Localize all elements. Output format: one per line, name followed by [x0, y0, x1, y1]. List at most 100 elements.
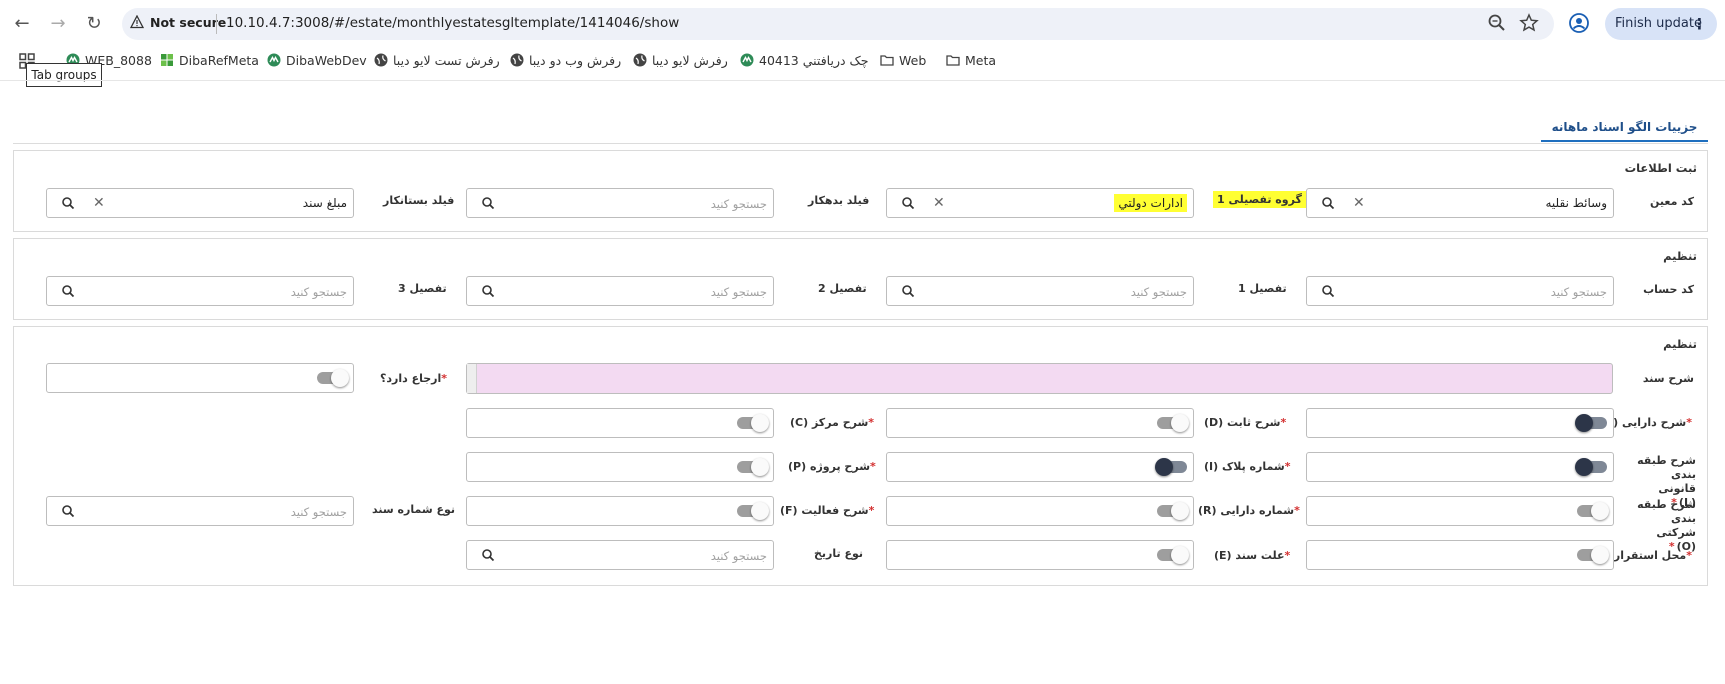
zoom-icon[interactable]: [1486, 12, 1508, 34]
finish-update-button[interactable]: Finish update ⋮: [1605, 8, 1717, 40]
toggle-knob: [751, 414, 769, 432]
erja-label: *ارجاع دارد؟: [380, 372, 449, 386]
profile-avatar-icon[interactable]: [1568, 12, 1590, 34]
tafsil-3-placeholder: جستجو کنید: [290, 285, 347, 299]
required-marker: *: [1280, 416, 1287, 429]
search-icon[interactable]: [1321, 284, 1335, 298]
tafsili-group-1-text: گروه تفصیلی 1: [1213, 191, 1306, 208]
search-icon[interactable]: [481, 548, 495, 562]
globe-icon: [633, 53, 647, 67]
kod-moein-label: کد معین: [1650, 195, 1694, 208]
noe-shomare-sanad-field[interactable]: جستجو کنید: [46, 496, 354, 526]
tafsil-3-field[interactable]: جستجو کنید: [46, 276, 354, 306]
bookmark-folder-web[interactable]: Web: [880, 51, 926, 71]
sharh-tabaghe-sherkati-toggle[interactable]: [1577, 502, 1609, 520]
ellat-sanad-toggle[interactable]: [1157, 546, 1189, 564]
toggle-knob: [1171, 502, 1189, 520]
sharh-project-text: شرح پروژه (P): [788, 460, 871, 473]
search-icon[interactable]: [901, 284, 915, 298]
bookmark-star-icon[interactable]: [1518, 12, 1540, 34]
section-title: تنظیم: [1663, 249, 1697, 263]
bestankar-value: مبلغ سند: [302, 196, 347, 210]
required-marker: *: [1686, 549, 1692, 562]
tafsil-2-label: تفصیل 2: [818, 282, 867, 295]
bookmark-refresh-test-live[interactable]: رفرش تست لایو دیبا: [374, 51, 500, 71]
toggle-knob: [1155, 458, 1173, 476]
search-icon[interactable]: [901, 196, 915, 210]
search-icon[interactable]: [61, 284, 75, 298]
required-marker: *: [1294, 504, 1300, 517]
search-icon[interactable]: [61, 196, 75, 210]
noe-tarikh-placeholder: جستجو کنید: [710, 549, 767, 563]
kod-moein-value: وسائط نقلیه: [1545, 196, 1608, 210]
search-icon[interactable]: [61, 504, 75, 518]
sharh-project-label: *شرح پروژه (P): [788, 460, 878, 474]
green-puzzle-icon: [161, 54, 173, 66]
sharh-daraei-box: [1306, 408, 1614, 438]
bookmark-label: چک دریافتني 40413: [759, 53, 869, 68]
bookmark-folder-meta[interactable]: Meta: [946, 51, 996, 71]
toggle-knob: [1575, 458, 1593, 476]
reload-icon[interactable]: ↻: [82, 12, 106, 36]
toggle-knob: [751, 458, 769, 476]
sharh-project-toggle[interactable]: [737, 458, 769, 476]
sharh-faaliat-toggle[interactable]: [737, 502, 769, 520]
green-logo-icon: [740, 53, 754, 67]
bookmark-dibawebdev[interactable]: DibaWebDev: [267, 51, 367, 71]
tab-estate-template-details[interactable]: جزییات الگو اسناد ماهانه اموال: [1541, 112, 1708, 164]
section-title: تنظیم: [1663, 337, 1697, 351]
erja-toggle[interactable]: [317, 369, 349, 387]
noe-tarikh-field[interactable]: جستجو کنید: [466, 540, 774, 570]
more-vert-icon: ⋮: [1692, 15, 1707, 33]
shomare-pelak-label: *شماره پلاک (I): [1204, 460, 1292, 474]
url-text[interactable]: 10.10.4.7:3008/#/estate/monthlyestatesgl…: [226, 15, 679, 31]
sharh-sanad-label: شرح سند: [1642, 372, 1694, 385]
kod-hesab-placeholder: جستجو کنید: [1550, 285, 1607, 299]
bookmark-refresh-live[interactable]: رفرش لایو دیبا: [633, 51, 728, 71]
sharh-tabaghe-ghanooni-toggle[interactable]: [1575, 458, 1607, 476]
shomare-pelak-toggle[interactable]: [1155, 458, 1187, 476]
bedehkar-placeholder: جستجو کنید: [710, 197, 767, 211]
clear-icon[interactable]: ✕: [933, 194, 945, 212]
sharh-sabet-box: [886, 408, 1194, 438]
search-icon[interactable]: [481, 284, 495, 298]
shomare-daraei-toggle[interactable]: [1157, 502, 1189, 520]
tafsil-2-placeholder: جستجو کنید: [710, 285, 767, 299]
mahal-esteghrar-toggle[interactable]: [1577, 546, 1609, 564]
bedehkar-field[interactable]: جستجو کنید: [466, 188, 774, 218]
forward-arrow-icon[interactable]: →: [46, 12, 70, 36]
sharh-faaliat-text: شرح فعالیت (F): [780, 504, 869, 517]
browser-toolbar: ← → ↻ Not secure 10.10.4.7:3008/#/estate…: [0, 0, 1725, 48]
required-marker: *: [1284, 549, 1291, 562]
tafsil-1-field[interactable]: جستجو کنید: [886, 276, 1194, 306]
clear-icon[interactable]: ✕: [1353, 194, 1365, 212]
sharh-markaz-toggle[interactable]: [737, 414, 769, 432]
bookmark-dibarefmeta[interactable]: DibaRefMeta: [160, 51, 259, 71]
kod-moein-field[interactable]: وسائط نقلیه ✕: [1306, 188, 1614, 218]
warning-triangle-icon[interactable]: [130, 15, 144, 29]
bookmark-label: رفرش وب دو دیبا: [529, 53, 622, 68]
sharh-sabet-toggle[interactable]: [1157, 414, 1189, 432]
mahal-esteghrar-box: [1306, 540, 1614, 570]
tafsil-2-field[interactable]: جستجو کنید: [466, 276, 774, 306]
bookmark-refresh-web-two[interactable]: رفرش وب دو دیبا: [510, 51, 621, 71]
toggle-knob: [1591, 502, 1609, 520]
sharh-tabaghe-ghanooni-box: [1306, 452, 1614, 482]
clear-icon[interactable]: ✕: [93, 194, 105, 212]
back-arrow-icon[interactable]: ←: [10, 12, 34, 36]
sharh-sanad-field[interactable]: [466, 363, 1613, 394]
search-icon[interactable]: [1321, 196, 1335, 210]
tafsil-1-label: تفصیل 1: [1238, 282, 1287, 295]
bookmark-check-40413[interactable]: چک دریافتني 40413: [740, 51, 868, 71]
sharh-daraei-toggle[interactable]: [1575, 414, 1607, 432]
omnibox-divider: [216, 14, 217, 34]
kod-hesab-field[interactable]: جستجو کنید: [1306, 276, 1614, 306]
tafsili-group-1-field[interactable]: ادارات دولتي ✕: [886, 188, 1194, 218]
sharh-markaz-box: [466, 408, 774, 438]
search-icon[interactable]: [481, 196, 495, 210]
security-status[interactable]: Not secure: [150, 15, 226, 30]
required-marker: *: [1686, 416, 1692, 429]
folder-icon: [880, 55, 894, 66]
bestankar-field[interactable]: مبلغ سند ✕: [46, 188, 354, 218]
globe-icon: [374, 53, 388, 67]
